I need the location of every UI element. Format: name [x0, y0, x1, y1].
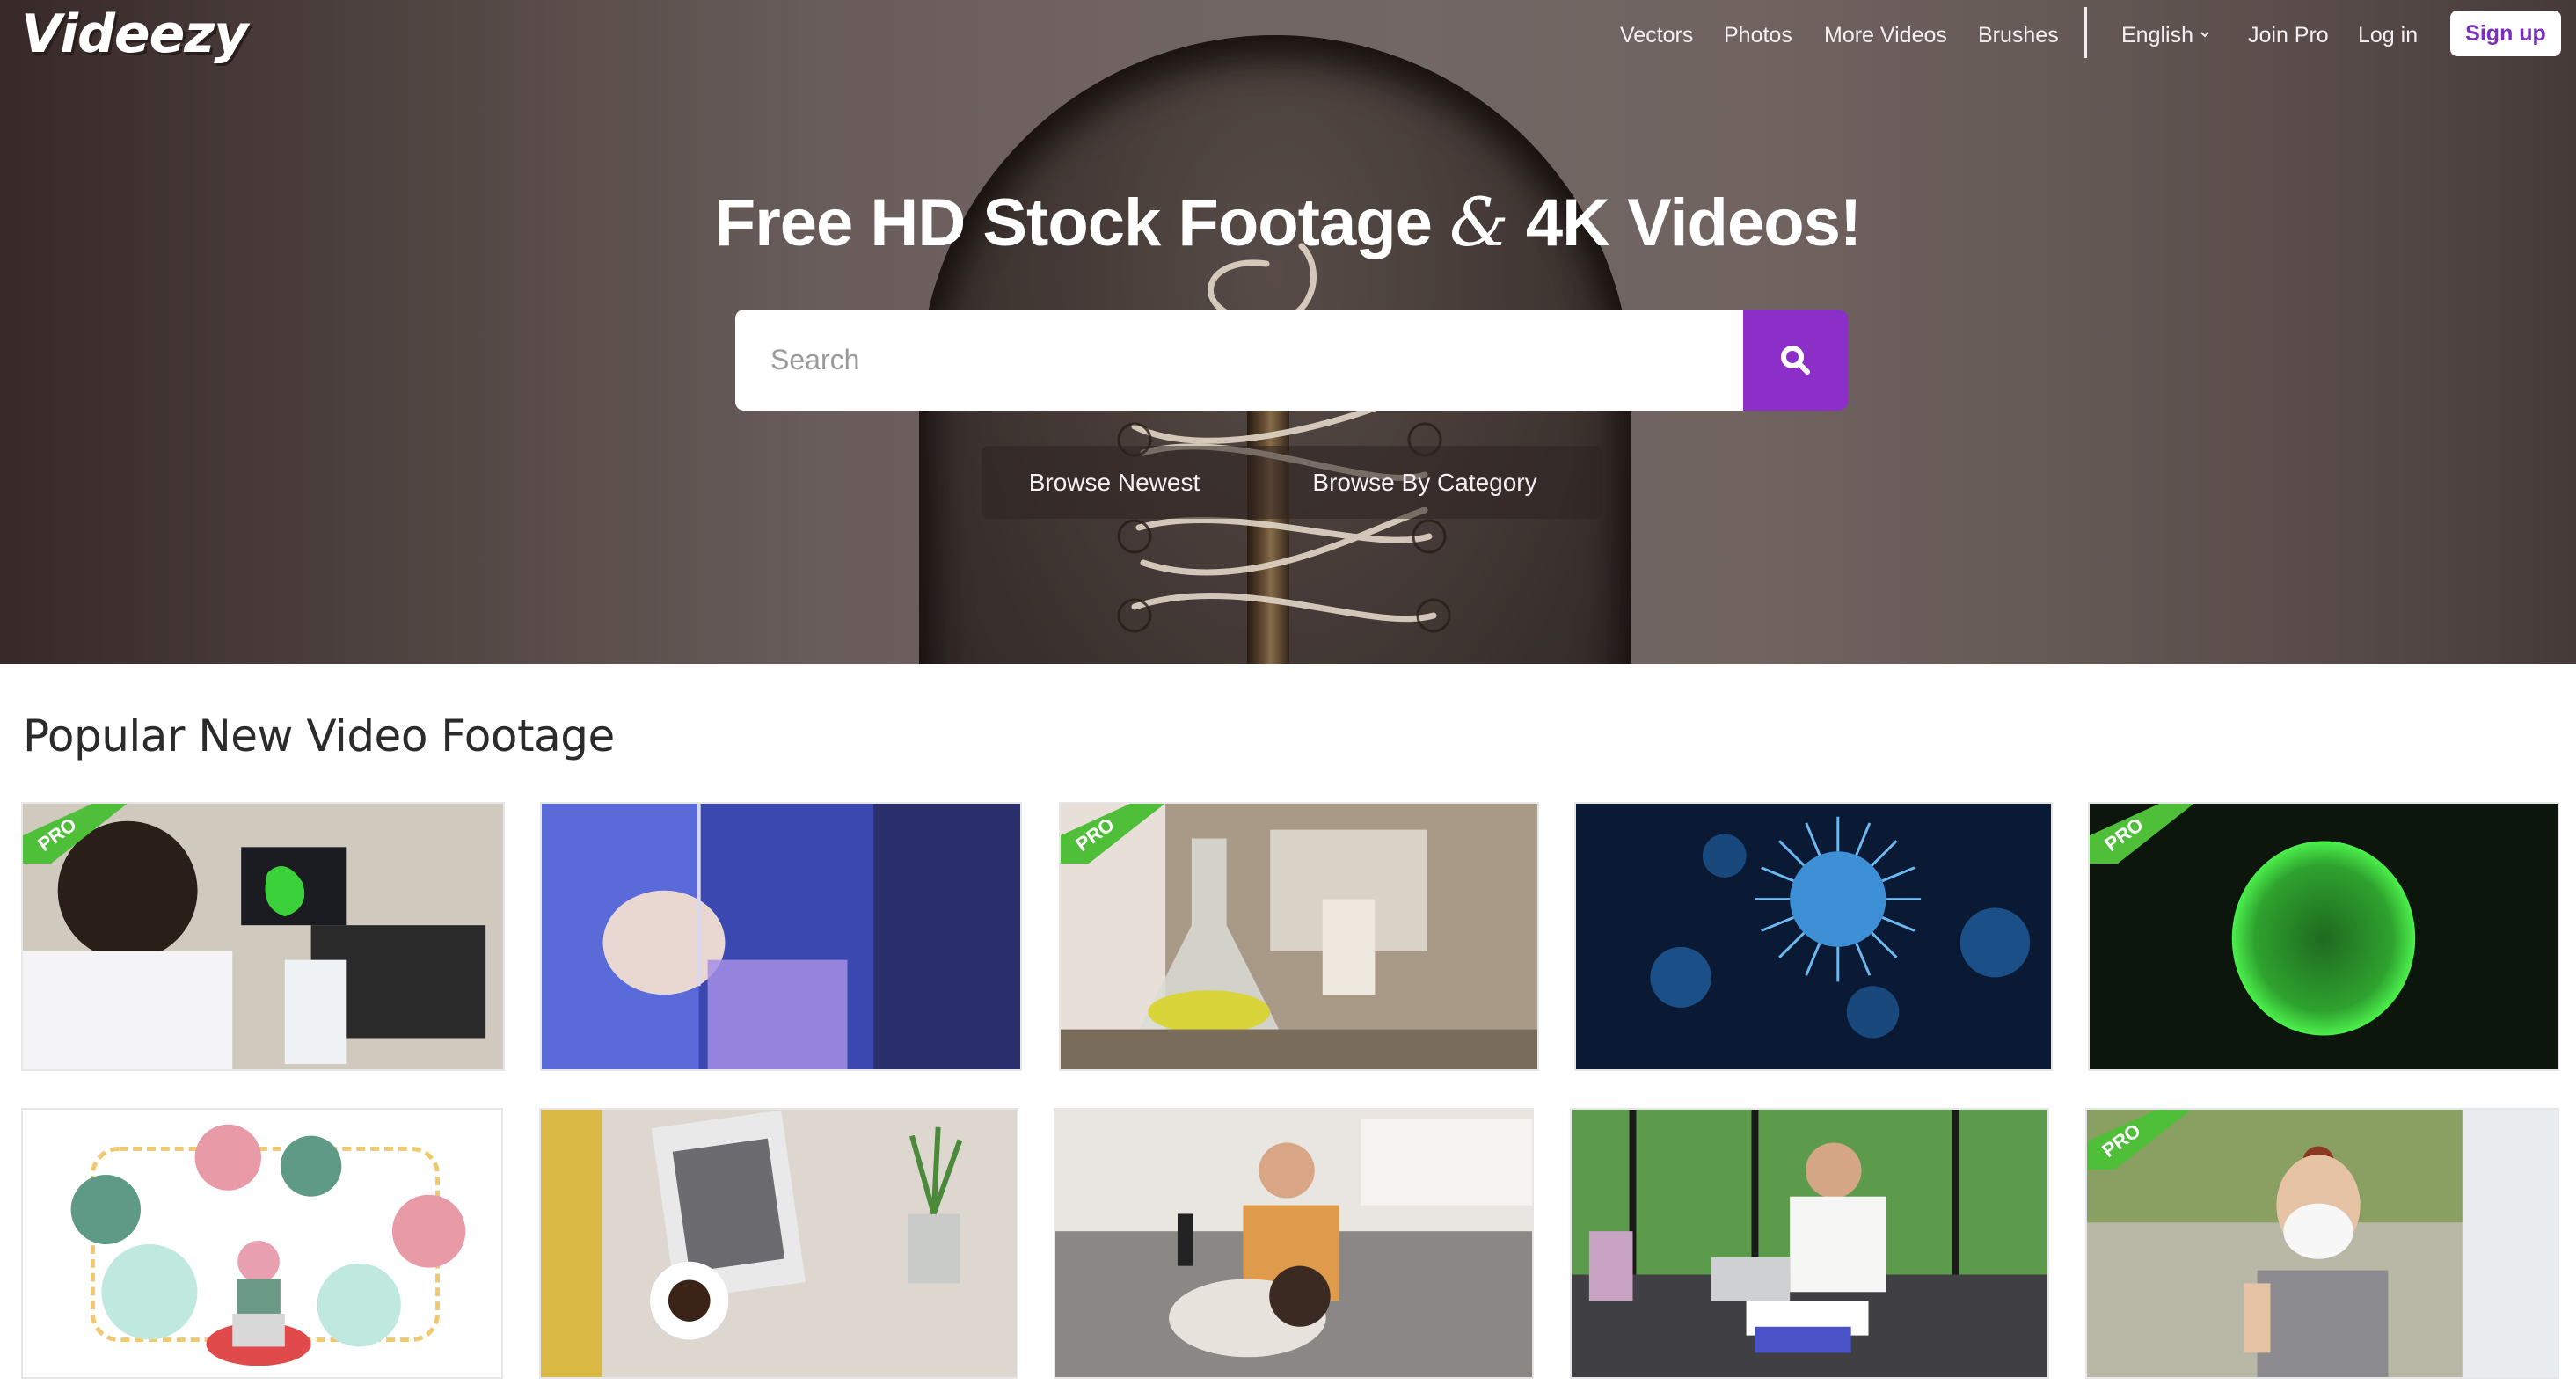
nav-link-vectors[interactable]: Vectors	[1620, 23, 1693, 48]
video-preview-image	[23, 1110, 501, 1377]
video-preview-image	[541, 1110, 1017, 1377]
join-pro-link[interactable]: Join Pro	[2248, 23, 2329, 48]
chevron-down-icon	[2200, 32, 2209, 38]
browse-by-category-button[interactable]: Browse By Category	[1247, 446, 1602, 519]
sign-up-button[interactable]: Sign up	[2450, 11, 2561, 56]
section-title: Popular New Video Footage	[23, 711, 615, 762]
headline-text-1: Free HD Stock Footage	[714, 186, 1450, 260]
videezy-logo[interactable]: Videezy	[21, 4, 248, 65]
browse-newest-button[interactable]: Browse Newest	[982, 446, 1247, 519]
video-thumbnail[interactable]	[1054, 1108, 1534, 1379]
language-label[interactable]: English	[2121, 23, 2193, 48]
headline-text-2: 4K Videos!	[1507, 186, 1862, 260]
search-button[interactable]	[1743, 310, 1849, 411]
video-thumbnail[interactable]	[539, 1108, 1018, 1379]
video-thumbnail[interactable]: PRO	[21, 802, 505, 1071]
video-thumbnail[interactable]	[1570, 1108, 2049, 1379]
video-preview-image	[2090, 804, 2558, 1069]
headline-ampersand: &	[1449, 183, 1509, 261]
video-thumbnail[interactable]: PRO	[2085, 1108, 2559, 1379]
nav-divider	[2084, 7, 2087, 58]
video-thumbnail[interactable]: PRO	[2088, 802, 2559, 1071]
search-icon	[1781, 345, 1810, 375]
browse-button-group: Browse Newest Browse By Category	[982, 446, 1602, 519]
video-preview-image	[1572, 1110, 2047, 1377]
search-input[interactable]	[735, 310, 1743, 411]
video-thumbnail[interactable]: PRO	[1059, 802, 1539, 1071]
video-preview-image	[1576, 804, 2051, 1069]
video-preview-image	[1055, 1110, 1532, 1377]
video-preview-image	[542, 804, 1020, 1069]
nav-link-brushes[interactable]: Brushes	[1978, 23, 2059, 48]
video-thumbnail[interactable]	[540, 802, 1022, 1071]
video-preview-image	[2087, 1110, 2558, 1377]
video-preview-image	[1061, 804, 1537, 1069]
video-thumbnail[interactable]	[1574, 802, 2053, 1071]
search-box	[735, 310, 1743, 411]
log-in-link[interactable]: Log in	[2358, 23, 2418, 48]
hero-headline: Free HD Stock Footage & 4K Videos!	[0, 183, 2576, 261]
nav-link-photos[interactable]: Photos	[1724, 23, 1792, 48]
video-preview-image	[23, 804, 503, 1069]
nav-link-more-videos[interactable]: More Videos	[1824, 23, 1947, 48]
video-thumbnail[interactable]	[21, 1108, 503, 1379]
